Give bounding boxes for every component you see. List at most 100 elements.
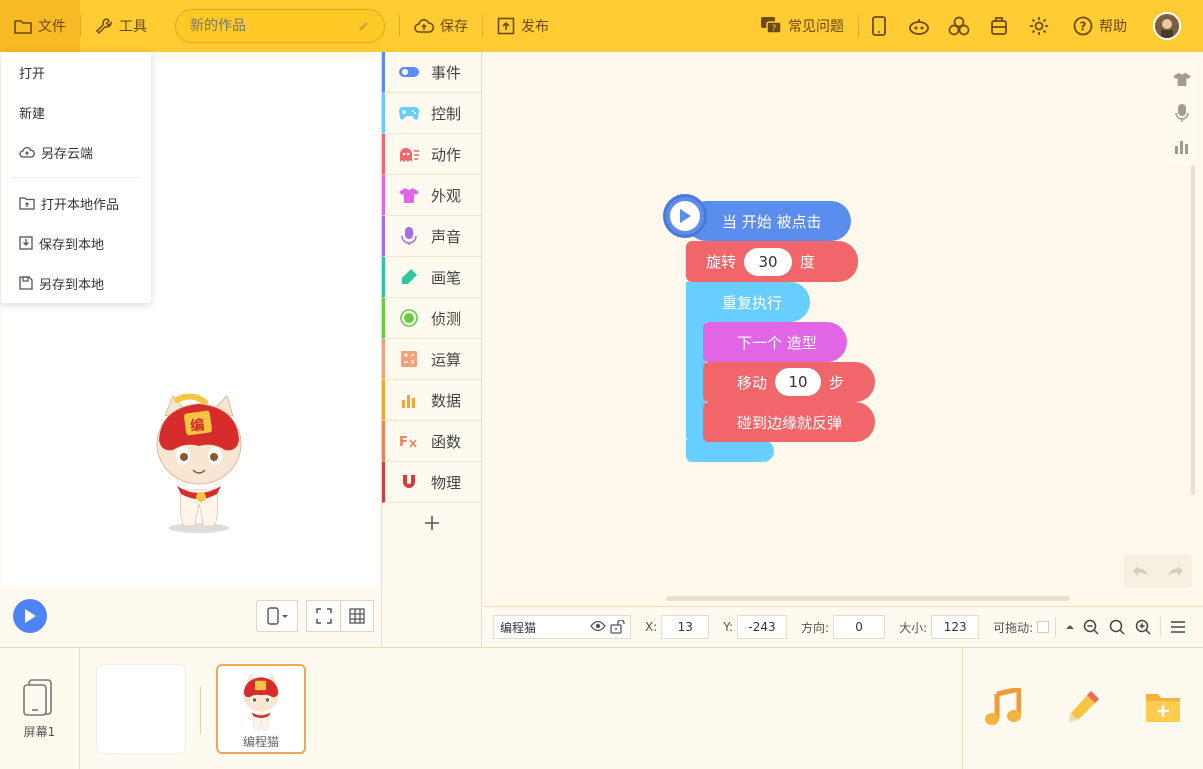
rotate-block[interactable]: 旋转 30 度 <box>686 241 858 282</box>
publish-button[interactable]: 发布 <box>483 0 563 52</box>
category-operators[interactable]: 运算 <box>382 339 481 380</box>
menu-item-save-local[interactable]: 保存到本地 <box>1 223 151 263</box>
zoom-in-icon <box>1135 619 1151 635</box>
category-looks[interactable]: 外观 <box>382 175 481 216</box>
screen-tab[interactable]: 屏幕1 <box>0 648 80 769</box>
grid-button[interactable] <box>340 600 374 632</box>
category-data[interactable]: 数据 <box>382 380 481 421</box>
device-select-button[interactable] <box>256 600 298 632</box>
sprite-cat-thumbnail <box>243 673 279 730</box>
repeat-block-bottom[interactable] <box>686 440 774 462</box>
x-label: X: <box>645 620 658 634</box>
save-as-icon <box>19 276 33 290</box>
costume-panel-button[interactable] <box>1169 62 1195 96</box>
draggable-label: 可拖动: <box>993 620 1034 635</box>
redo-button[interactable] <box>1158 554 1192 588</box>
tools-menu-button[interactable]: 工具 <box>81 0 161 52</box>
user-avatar[interactable] <box>1153 12 1181 40</box>
data-panel-button[interactable] <box>1169 130 1195 164</box>
move-steps-input[interactable]: 10 <box>775 368 822 396</box>
project-title-input[interactable] <box>190 18 350 34</box>
eye-icon[interactable] <box>590 620 606 632</box>
fullscreen-button[interactable] <box>306 600 340 632</box>
zoom-out-button[interactable] <box>1078 615 1104 639</box>
settings-button[interactable] <box>1019 0 1059 52</box>
device-button[interactable] <box>859 0 899 52</box>
robot-button[interactable] <box>899 0 939 52</box>
category-sensing[interactable]: 侦测 <box>382 298 481 339</box>
magnet-icon <box>403 475 415 488</box>
save-button[interactable]: 保存 <box>400 0 482 52</box>
phone-dropdown-icon <box>267 607 288 625</box>
category-events[interactable]: 事件 <box>382 52 481 93</box>
undo-button[interactable] <box>1124 554 1158 588</box>
zoom-collapse-button[interactable] <box>1062 615 1078 639</box>
sprite-cat-image[interactable]: 编 <box>151 394 247 534</box>
faq-chat-icon: ? <box>761 17 782 34</box>
tshirt-icon <box>1173 72 1191 86</box>
sound-panel-button[interactable] <box>1169 96 1195 130</box>
download-icon <box>19 236 33 250</box>
pencil-icon <box>1069 691 1099 722</box>
background-card[interactable] <box>96 664 186 754</box>
repeat-forever-block[interactable]: 重复执行 <box>686 282 810 322</box>
phone-icon <box>872 16 886 36</box>
menu-item-open[interactable]: 打开 <box>1 52 151 92</box>
sprite-card-cat[interactable]: 编程猫 <box>216 664 306 754</box>
rotate-degrees-input[interactable]: 30 <box>744 247 793 276</box>
screen-device-icon <box>22 678 52 716</box>
zoom-out-icon <box>1083 619 1099 635</box>
category-sound[interactable]: 声音 <box>382 216 481 257</box>
help-button[interactable]: ? 帮助 <box>1059 0 1141 52</box>
redo-icon <box>1168 566 1183 577</box>
folder-add-icon <box>1146 694 1180 722</box>
folder-open-icon <box>19 197 35 210</box>
menu-item-open-local[interactable]: 打开本地作品 <box>1 183 151 223</box>
x-position-input[interactable]: 13 <box>661 615 710 639</box>
script-vertical-scrollbar[interactable] <box>1191 165 1195 495</box>
size-input[interactable]: 123 <box>931 615 980 639</box>
svg-text:?: ? <box>772 24 777 34</box>
category-control[interactable]: 控制 <box>382 93 481 134</box>
file-menu-label: 文件 <box>38 19 66 35</box>
next-costume-block[interactable]: 下一个 造型 <box>703 322 847 362</box>
draggable-checkbox[interactable] <box>1037 621 1050 633</box>
menu-item-save-cloud[interactable]: 另存云端 <box>1 132 151 172</box>
direction-input[interactable]: 0 <box>833 615 886 639</box>
hamburger-icon <box>1171 621 1186 633</box>
bounce-on-edge-block[interactable]: 碰到边缘就反弹 <box>703 402 875 442</box>
add-sprite-folder-button[interactable] <box>1145 691 1181 727</box>
category-motion[interactable]: 动作 <box>382 134 481 175</box>
toggle-icon <box>399 67 419 77</box>
script-horizontal-scrollbar[interactable] <box>666 596 1070 601</box>
file-menu-dropdown: 打开 新建 另存云端 打开本地作品 保存到本地 另存到本地 <box>1 52 151 303</box>
paint-sprite-button[interactable] <box>1065 689 1101 729</box>
community-button[interactable] <box>939 0 979 52</box>
unlock-icon[interactable] <box>610 620 626 634</box>
project-title-box <box>175 9 385 43</box>
move-steps-block[interactable]: 移动 10 步 <box>703 362 875 402</box>
faq-button[interactable]: ? 常见问题 <box>746 0 858 52</box>
stage-play-button[interactable] <box>13 599 47 633</box>
add-sound-button[interactable] <box>985 685 1022 730</box>
category-pen[interactable]: 画笔 <box>382 257 481 298</box>
menu-item-new[interactable]: 新建 <box>1 92 151 132</box>
bar-chart-icon <box>402 395 415 408</box>
backpack-button[interactable] <box>979 0 1019 52</box>
category-functions[interactable]: F 函数 <box>382 421 481 462</box>
zoom-in-button[interactable] <box>1130 615 1156 639</box>
script-canvas[interactable]: 当 开始 被点击 旋转 30 度 重复执行 下一个 造型 移动 10 步 碰到边… <box>483 52 1203 606</box>
zoom-reset-button[interactable] <box>1104 615 1130 639</box>
menu-item-save-as-local[interactable]: 另存到本地 <box>1 263 151 303</box>
when-start-clicked-block[interactable]: 当 开始 被点击 <box>686 201 851 241</box>
gear-icon <box>1030 17 1048 35</box>
more-menu-button[interactable] <box>1165 615 1191 639</box>
category-physics[interactable]: 物理 <box>382 462 481 503</box>
add-category-button[interactable] <box>382 503 481 543</box>
screen-label: 屏幕1 <box>23 724 56 739</box>
sprite-name-field[interactable]: 编程猫 <box>493 615 631 639</box>
pencil-icon[interactable] <box>358 20 370 32</box>
stage-toolbar <box>256 600 374 632</box>
y-position-input[interactable]: -243 <box>737 615 788 639</box>
file-menu-button[interactable]: 文件 <box>0 0 80 52</box>
